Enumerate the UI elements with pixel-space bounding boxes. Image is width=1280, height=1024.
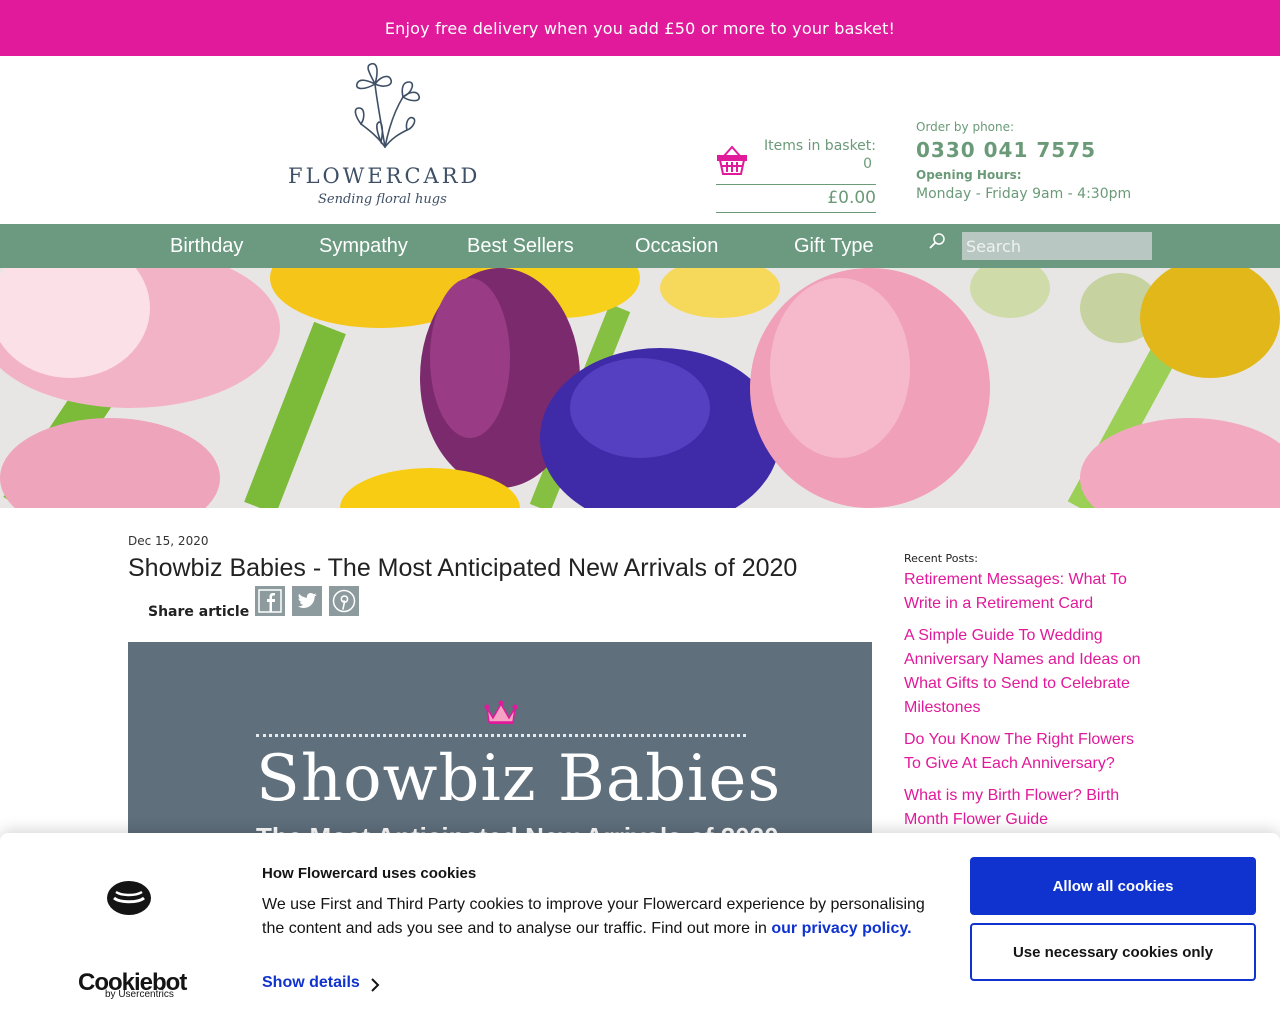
recent-posts-heading: Recent Posts: [904, 552, 978, 565]
search-icon[interactable] [928, 232, 946, 250]
facebook-icon [258, 589, 282, 613]
share-label: Share article [148, 604, 250, 620]
feature-image-title: Showbiz Babies [256, 742, 782, 816]
promo-text: Enjoy free delivery when you add £50 or … [384, 18, 896, 38]
cookie-consent-banner: Cookiebot by Usercentrics How Flowercard… [0, 833, 1280, 1024]
recent-post-link[interactable]: Do You Know The Right Flowers To Give At… [904, 728, 1154, 776]
allow-all-cookies-button[interactable]: Allow all cookies [970, 857, 1256, 915]
show-details-link[interactable]: Show details [262, 974, 360, 992]
article-feature-image: Showbiz Babies The Most Anticipated New … [128, 642, 872, 842]
opening-hours-label: Opening Hours: [916, 168, 1022, 182]
chevron-right-icon[interactable] [370, 978, 380, 992]
cookiebot-logo-icon [107, 881, 151, 915]
search-input[interactable] [962, 232, 1152, 260]
order-by-phone-label: Order by phone: [916, 120, 1015, 134]
flowers-illustration [0, 268, 1280, 508]
recent-post-link[interactable]: A Simple Guide To Wedding Anniversary Na… [904, 624, 1154, 720]
divider [716, 212, 876, 213]
twitter-share-button[interactable] [292, 586, 323, 616]
crown-icon [484, 700, 518, 724]
flower-logo-icon [354, 62, 421, 148]
basket-icon [717, 145, 747, 175]
nav-item-birthday[interactable]: Birthday [170, 224, 243, 268]
site-logo[interactable]: FLOWERCARD Sending floral hugs [285, 62, 485, 212]
share-bar: Share article [148, 584, 366, 620]
facebook-share-button[interactable] [255, 586, 286, 616]
site-header: FLOWERCARD Sending floral hugs Items in … [0, 56, 1280, 224]
basket-summary[interactable]: Items in basket: 0 £0.00 [716, 136, 876, 214]
recent-post-link[interactable]: Retirement Messages: What To Write in a … [904, 568, 1154, 616]
divider [716, 184, 876, 185]
recent-posts-sidebar: Recent Posts: Retirement Messages: What … [904, 552, 1154, 832]
article: Dec 15, 2020 Showbiz Babies - The Most A… [128, 534, 872, 620]
cookiebot-brand-sub: by Usercentrics [105, 989, 174, 1000]
nav-item-best-sellers[interactable]: Best Sellers [467, 224, 574, 268]
nav-item-gift-type[interactable]: Gift Type [794, 224, 874, 268]
basket-items-count: 0 [863, 156, 872, 172]
nav-item-sympathy[interactable]: Sympathy [319, 224, 408, 268]
pinterest-share-button[interactable] [329, 586, 360, 616]
privacy-policy-link[interactable]: our privacy policy. [771, 920, 911, 937]
twitter-icon [298, 593, 318, 608]
contact-info: Order by phone: 0330 041 7575 Opening Ho… [916, 120, 1131, 202]
dotted-divider [256, 734, 746, 737]
basket-items-label: Items in basket: [763, 138, 876, 154]
hero-flowers-image [0, 268, 1280, 508]
cookie-title: How Flowercard uses cookies [262, 865, 477, 882]
phone-number[interactable]: 0330 041 7575 [916, 138, 1131, 162]
recent-post-link[interactable]: What is my Birth Flower? Birth Month Flo… [904, 784, 1154, 832]
necessary-cookies-only-button[interactable]: Use necessary cookies only [970, 923, 1256, 981]
nav-item-occasion[interactable]: Occasion [635, 224, 718, 268]
brand-tagline: Sending floral hugs [318, 192, 447, 207]
pinterest-icon [332, 589, 356, 613]
cookie-body: We use First and Third Party cookies to … [262, 893, 942, 941]
article-title: Showbiz Babies - The Most Anticipated Ne… [128, 554, 798, 582]
basket-total: £0.00 [827, 188, 876, 208]
promo-banner: Enjoy free delivery when you add £50 or … [0, 0, 1280, 56]
brand-name: FLOWERCARD [288, 164, 481, 188]
main-nav: Birthday Sympathy Best Sellers Occasion … [0, 224, 1280, 268]
opening-hours: Monday - Friday 9am - 4:30pm [916, 186, 1132, 202]
article-date: Dec 15, 2020 [128, 534, 209, 548]
